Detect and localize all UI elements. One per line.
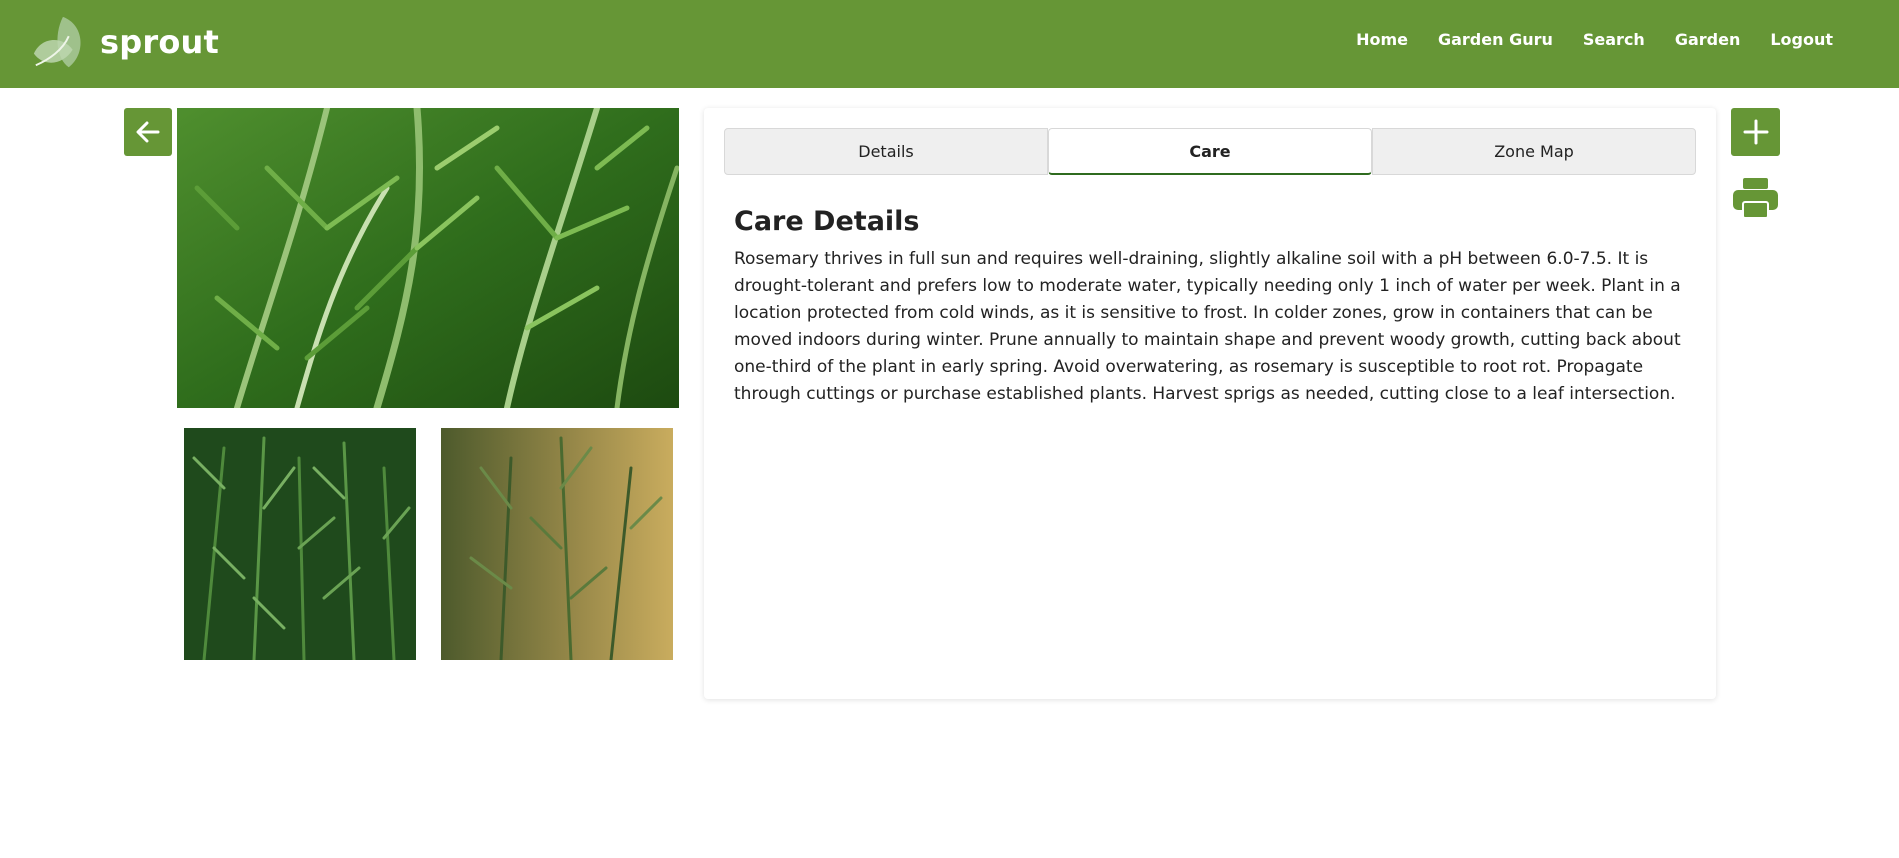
care-description: Rosemary thrives in full sun and require… [734,249,1681,404]
plant-info-card: Details Care Zone Map Care Details Rosem… [704,108,1716,699]
care-title: Care Details [734,206,920,237]
info-tabs: Details Care Zone Map [724,128,1696,175]
plant-main-image [177,108,679,408]
nav-garden-guru[interactable]: Garden Guru [1438,30,1553,49]
nav-search[interactable]: Search [1583,30,1645,49]
tab-care[interactable]: Care [1048,128,1372,175]
main-nav: Home Garden Guru Search Garden Logout [1326,30,1833,49]
add-to-garden-button[interactable] [1731,108,1780,156]
tab-details[interactable]: Details [724,128,1048,175]
plant-thumbnail-1[interactable] [184,428,416,660]
printer-icon [1733,178,1778,219]
app-name: sprout [100,23,219,61]
nav-home[interactable]: Home [1356,30,1408,49]
top-navbar: sprout Home Garden Guru Search Garden Lo… [0,0,1899,88]
plus-icon [1743,119,1768,145]
leaf-logo-icon [33,16,81,68]
plant-thumbnail-2[interactable] [441,428,673,660]
print-button[interactable] [1731,176,1780,220]
nav-garden[interactable]: Garden [1675,30,1741,49]
tab-zone-map[interactable]: Zone Map [1372,128,1696,175]
app-logo[interactable]: sprout [30,10,219,74]
arrow-left-icon [136,121,160,143]
nav-logout[interactable]: Logout [1770,30,1833,49]
back-button[interactable] [124,108,172,156]
